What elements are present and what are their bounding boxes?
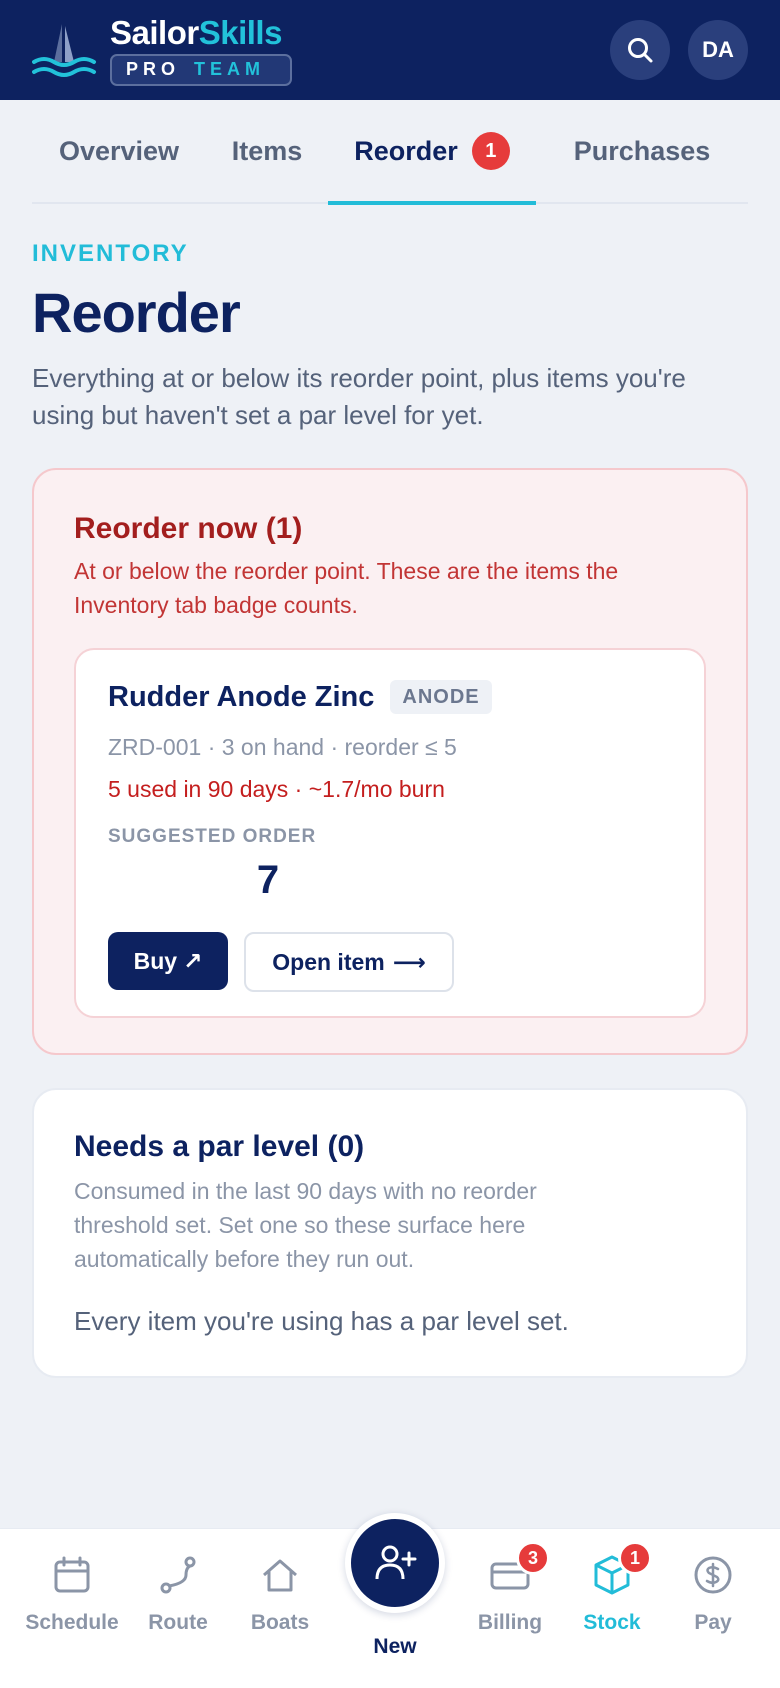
nav-schedule[interactable]: Schedule	[17, 1553, 127, 1635]
needs-par-title: Needs a par level (0)	[74, 1130, 365, 1163]
suggested-order-value: 7	[256, 858, 280, 902]
billing-badge: 3	[516, 1541, 550, 1575]
nav-route[interactable]: Route	[123, 1553, 233, 1635]
nav-boats[interactable]: Boats	[225, 1553, 335, 1635]
item-burn-rate: 5 used in 90 days · ~1.7/mo burn	[108, 776, 445, 802]
nav-label: Route	[148, 1611, 208, 1634]
brand-name-part2: Skills	[198, 13, 283, 51]
page-subtitle: Everything at or below its reorder point…	[32, 363, 686, 430]
nav-label: Boats	[250, 1611, 310, 1634]
badge-part1: PRO	[126, 59, 181, 79]
nav-label: Billing	[477, 1611, 543, 1634]
search-icon	[628, 38, 653, 63]
buy-button[interactable]: Buy ↗	[108, 932, 228, 990]
reorder-count-badge: 1	[471, 132, 510, 170]
brand-name-part1: Sailor	[110, 13, 199, 51]
needs-par-level-card: Needs a par level (0) Consumed in the la…	[32, 1088, 748, 1378]
reorder-now-title: Reorder now (1)	[74, 512, 303, 545]
open-item-button[interactable]: Open item ⟶	[244, 932, 454, 992]
brand: SailorSkills PRO TEAM	[110, 13, 292, 86]
search-button[interactable]	[610, 20, 670, 80]
new-client-button[interactable]	[345, 1513, 445, 1613]
badge-part2: TEAM	[194, 59, 266, 79]
dollar-coin-icon	[694, 1556, 732, 1594]
tab-bar: Overview Items Reorder 1 Purchases	[32, 99, 748, 205]
tab-label: Reorder	[354, 135, 458, 166]
nav-stock[interactable]: 1 Stock	[557, 1541, 667, 1635]
tab-reorder[interactable]: Reorder 1	[328, 99, 536, 205]
nav-label: Stock	[583, 1611, 641, 1634]
tab-label: Purchases	[573, 135, 711, 166]
avatar[interactable]: DA	[688, 20, 748, 80]
buy-label: Buy	[133, 947, 178, 974]
reorder-now-description: At or below the reorder point. These are…	[74, 558, 619, 618]
tab-items[interactable]: Items	[206, 99, 328, 203]
external-link-icon: ↗	[183, 947, 203, 974]
tab-purchases[interactable]: Purchases	[536, 99, 748, 203]
stock-icon-wrap: 1	[590, 1541, 652, 1597]
reorder-now-card: Reorder now (1) At or below the reorder …	[32, 468, 748, 1055]
sailboat-logo-icon	[32, 24, 96, 77]
needs-par-description: Consumed in the last 90 days with no reo…	[74, 1178, 537, 1272]
bottom-nav: Schedule Route Boats New 3 Billing 1 Sto…	[0, 1513, 780, 1688]
item-meta: ZRD-001 · 3 on hand · reorder ≤ 5	[108, 734, 457, 760]
tab-label: Items	[231, 135, 303, 166]
pro-team-badge: PRO TEAM	[110, 53, 292, 86]
brand-name: SailorSkills	[110, 13, 292, 51]
nav-pay[interactable]: Pay	[658, 1553, 768, 1635]
page-title: Reorder	[32, 281, 241, 344]
needs-par-empty-state: Every item you're using has a par level …	[74, 1306, 569, 1336]
nav-billing[interactable]: 3 Billing	[455, 1541, 565, 1635]
tab-overview[interactable]: Overview	[32, 99, 206, 203]
open-item-label: Open item	[272, 948, 385, 975]
avatar-initials: DA	[702, 37, 734, 62]
route-icon	[160, 1556, 196, 1594]
nav-label: Pay	[694, 1611, 732, 1634]
suggested-order-label: SUGGESTED ORDER	[108, 826, 317, 847]
stock-badge: 1	[618, 1541, 652, 1575]
tab-label: Overview	[58, 135, 180, 166]
arrow-right-icon: ⟶	[392, 948, 426, 975]
home-icon	[263, 1559, 297, 1592]
reorder-item-card: Rudder Anode Zinc ANODE ZRD-001 · 3 on h…	[74, 648, 706, 1018]
item-name-row: Rudder Anode Zinc ANODE	[108, 680, 492, 714]
add-user-icon	[375, 1545, 417, 1580]
item-name: Rudder Anode Zinc	[108, 680, 375, 713]
section-eyebrow: INVENTORY	[32, 240, 189, 267]
calendar-icon	[54, 1556, 90, 1593]
app-header: SailorSkills PRO TEAM DA	[0, 0, 780, 100]
new-label: New	[373, 1635, 417, 1658]
billing-icon-wrap: 3	[488, 1541, 550, 1597]
nav-label: Schedule	[25, 1611, 119, 1634]
item-category-tag: ANODE	[390, 680, 492, 714]
